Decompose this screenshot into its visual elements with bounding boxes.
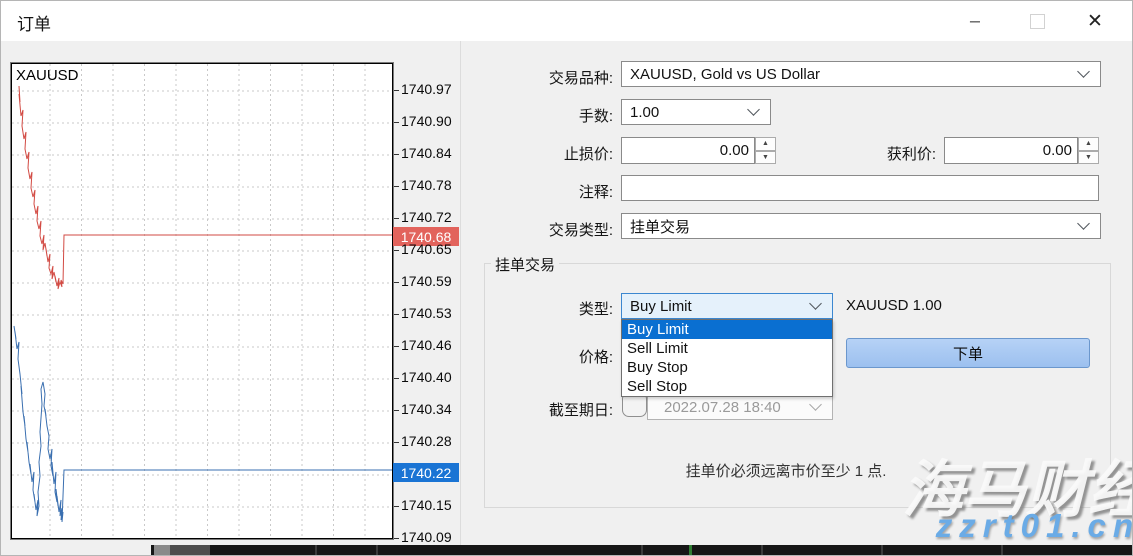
take-profit-label: 获利价: (804, 143, 936, 164)
taskbar-segment (761, 545, 763, 555)
symbol-combobox[interactable]: XAUUSD, Gold vs US Dollar (621, 61, 1101, 87)
take-profit-input[interactable]: 0.00 (944, 137, 1078, 164)
maximize-button (1014, 1, 1060, 41)
dropdown-option-buy-stop[interactable]: Buy Stop (622, 358, 832, 377)
tick-chart[interactable]: XAUUSD (11, 63, 393, 539)
trade-type-label: 交易类型: (481, 219, 613, 240)
taskbar-segment (376, 545, 378, 555)
order-type-label: 类型: (481, 298, 613, 319)
order-type-value: Buy Limit (630, 298, 692, 315)
taskbar-segment (689, 545, 692, 555)
price-axis-label: 1740.46 (401, 337, 452, 353)
order-dialog: 订单 ─ ✕ XAUUSD 1740.68 1740.22 1740.97174… (0, 0, 1133, 556)
symbol-value: XAUUSD, Gold vs US Dollar (630, 66, 820, 83)
price-axis-label: 1740.40 (401, 369, 452, 385)
chevron-down-icon (1077, 65, 1090, 78)
stepper-up-icon[interactable]: ▲ (755, 137, 776, 151)
chevron-down-icon (809, 398, 822, 411)
volume-combobox[interactable]: 1.00 (621, 99, 771, 125)
bid-price-tag: 1740.22 (393, 463, 459, 482)
dropdown-option-sell-stop[interactable]: Sell Stop (622, 377, 832, 396)
titlebar: 订单 ─ ✕ (1, 1, 1132, 41)
price-axis-label: 1740.34 (401, 401, 452, 417)
expiry-label: 截至期日: (481, 399, 613, 420)
comment-label: 注释: (481, 181, 613, 202)
place-order-button[interactable]: 下单 (846, 338, 1090, 368)
take-profit-stepper: ▲ ▼ (1078, 137, 1099, 164)
take-profit-value: 0.00 (1043, 142, 1072, 159)
close-button[interactable]: ✕ (1072, 1, 1118, 41)
window-title: 订单 (17, 10, 51, 35)
close-icon: ✕ (1087, 10, 1103, 33)
price-axis-label: 1740.59 (401, 273, 452, 289)
price-axis-label: 1740.15 (401, 497, 452, 513)
price-axis-label: 1740.72 (401, 209, 452, 225)
taskbar-segment (315, 545, 317, 555)
trade-type-combobox[interactable]: 挂单交易 (621, 213, 1101, 239)
expiry-value: 2022.07.28 18:40 (664, 399, 781, 416)
dropdown-option-sell-limit[interactable]: Sell Limit (622, 339, 832, 358)
order-type-dropdown: Buy Limit Sell Limit Buy Stop Sell Stop (621, 319, 833, 397)
order-summary: XAUUSD 1.00 (846, 297, 942, 314)
chevron-down-icon (747, 103, 760, 116)
price-scale: 1740.68 1740.22 1740.971740.901740.84174… (395, 63, 461, 549)
stepper-down-icon[interactable]: ▼ (1078, 151, 1099, 165)
trade-type-value: 挂单交易 (630, 216, 690, 237)
order-type-combobox[interactable]: Buy Limit (621, 293, 833, 319)
chevron-down-icon (1077, 217, 1090, 230)
price-axis-label: 1740.90 (401, 113, 452, 129)
stop-loss-value: 0.00 (720, 142, 749, 159)
price-axis-label: 1740.28 (401, 433, 452, 449)
volume-value: 1.00 (630, 104, 659, 121)
watermark-url: zzrt01.cn (936, 507, 1133, 545)
chart-canvas (12, 64, 392, 538)
stepper-up-icon[interactable]: ▲ (1078, 137, 1099, 151)
volume-label: 手数: (481, 105, 613, 126)
chart-frame: XAUUSD (10, 62, 394, 540)
stop-loss-input[interactable]: 0.00 (621, 137, 755, 164)
dropdown-option-buy-limit[interactable]: Buy Limit (622, 320, 832, 339)
expiry-combobox: 2022.07.28 18:40 (647, 394, 833, 420)
taskbar-segment (881, 545, 883, 555)
taskbar-segment (641, 545, 643, 555)
taskbar-segment (154, 545, 170, 555)
price-axis-label: 1740.53 (401, 305, 452, 321)
stop-loss-stepper: ▲ ▼ (755, 137, 776, 164)
pending-order-group-title: 挂单交易 (491, 254, 559, 275)
stop-loss-label: 止损价: (481, 143, 613, 164)
chevron-down-icon (809, 297, 822, 310)
price-axis-label: 1740.97 (401, 81, 452, 97)
stepper-down-icon[interactable]: ▼ (755, 151, 776, 165)
price-label: 价格: (481, 346, 613, 367)
price-axis-label: 1740.84 (401, 145, 452, 161)
minimize-button[interactable]: ─ (952, 1, 998, 41)
symbol-label: 交易品种: (481, 67, 613, 88)
comment-input[interactable] (621, 175, 1099, 201)
maximize-icon (1030, 14, 1045, 29)
price-axis-label: 1740.78 (401, 177, 452, 193)
background-taskbar-strip (151, 545, 1132, 555)
price-axis-label: 1740.09 (401, 529, 452, 545)
minimize-icon: ─ (970, 13, 980, 29)
price-axis-label: 1740.65 (401, 241, 452, 257)
chart-symbol-label: XAUUSD (16, 67, 79, 84)
taskbar-segment (1001, 545, 1003, 555)
taskbar-segment (170, 545, 210, 555)
